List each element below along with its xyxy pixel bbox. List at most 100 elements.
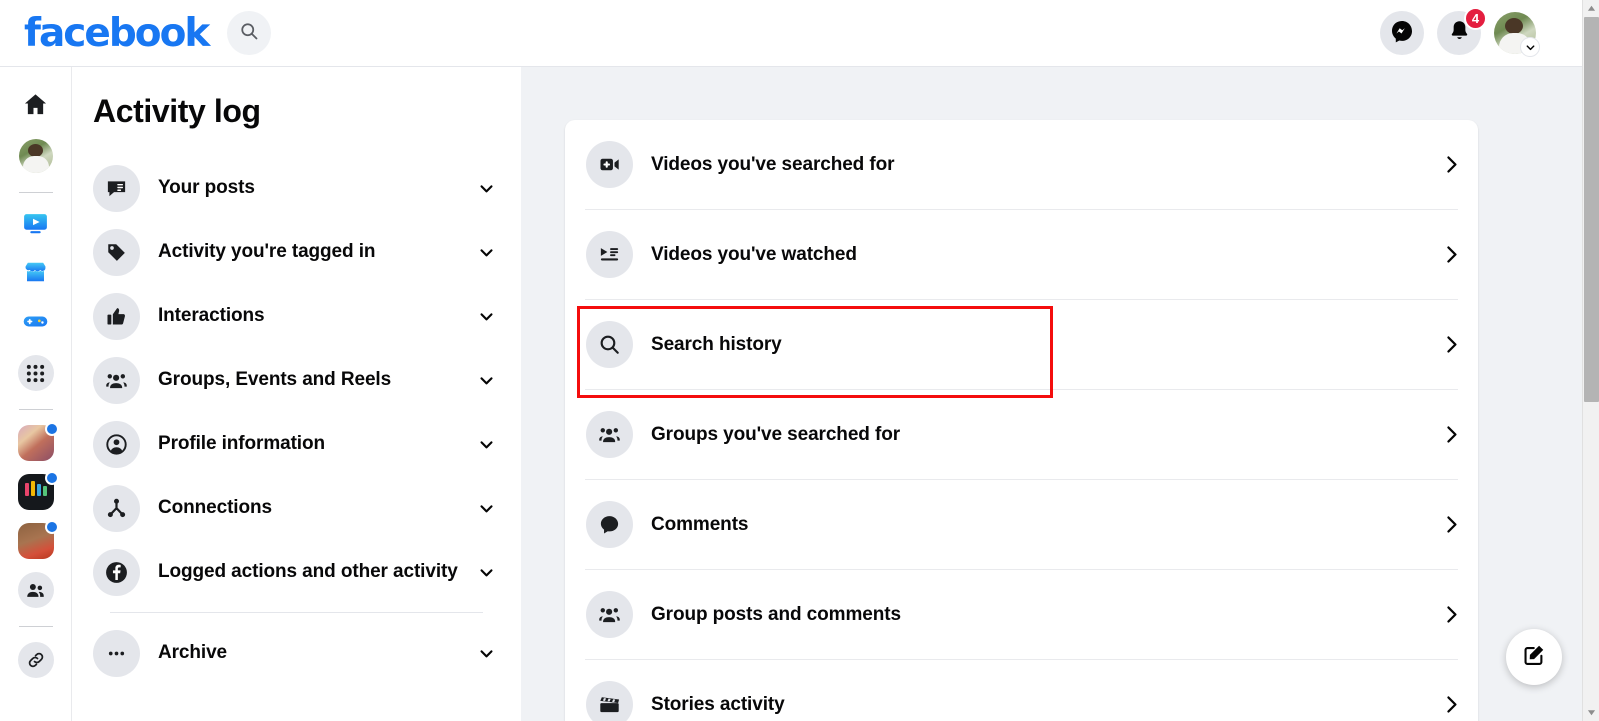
notifications-badge: 4 (1464, 7, 1487, 30)
rail-item-watch[interactable] (14, 204, 58, 248)
ellipsis-icon (93, 629, 140, 677)
page-title: Activity log (93, 93, 261, 129)
top-navigation-bar: facebook 4 (0, 0, 1582, 67)
chevron-right-icon[interactable] (1438, 694, 1464, 715)
rail-divider-2 (18, 409, 53, 410)
unread-badge (44, 422, 59, 436)
search-icon (239, 21, 259, 46)
facebook-logo[interactable]: facebook (24, 14, 210, 53)
page-scrollbar[interactable] (1582, 0, 1599, 721)
chevron-right-icon[interactable] (1438, 604, 1464, 625)
chevron-down-icon[interactable] (475, 436, 497, 453)
sidebar-item-label: Your posts (158, 176, 255, 198)
account-avatar-button[interactable] (1494, 12, 1540, 57)
people-group-icon (586, 411, 633, 458)
sidebar-item-logged-actions[interactable]: Logged actions and other activity (88, 540, 505, 604)
sidebar-item-interactions[interactable]: Interactions (88, 284, 505, 348)
row-stories-activity[interactable]: Stories activity (565, 660, 1478, 721)
compose-button[interactable] (1506, 629, 1562, 685)
row-label: Comments (651, 513, 749, 535)
apps-grid-icon (17, 355, 54, 391)
chevron-down-icon[interactable] (1520, 37, 1540, 57)
marketplace-icon (21, 258, 50, 292)
main-content-area: Videos you've searched for Videos you've… (521, 67, 1582, 721)
unread-badge (44, 520, 59, 534)
sidebar-item-label: Interactions (158, 304, 265, 326)
activity-log-sidebar: Activity log Your posts Activity you're … (72, 67, 521, 721)
sidebar-item-label: Connections (158, 496, 272, 518)
chevron-down-icon[interactable] (475, 645, 497, 662)
row-label: Groups you've searched for (651, 423, 900, 445)
sidebar-item-label: Profile information (158, 432, 325, 454)
rail-item-group-1[interactable] (14, 421, 59, 465)
rail-item-marketplace[interactable] (14, 253, 58, 297)
chevron-down-icon[interactable] (475, 244, 497, 261)
home-icon (22, 91, 49, 123)
messenger-button[interactable] (1380, 11, 1424, 55)
chevron-down-icon[interactable] (475, 564, 497, 581)
left-app-rail (0, 67, 72, 721)
messenger-icon (1390, 19, 1414, 48)
chevron-right-icon[interactable] (1438, 244, 1464, 265)
row-videos-watched[interactable]: Videos you've watched (565, 210, 1478, 299)
connections-node-icon (93, 484, 140, 532)
rail-item-gaming[interactable] (14, 302, 58, 346)
sidebar-item-label: Activity you're tagged in (158, 240, 376, 262)
rail-divider-1 (18, 192, 53, 193)
thumbs-up-icon (93, 292, 140, 340)
row-label: Stories activity (651, 693, 785, 715)
speech-bubble-lines-icon (93, 164, 140, 212)
gaming-icon (21, 307, 50, 341)
row-label: Videos you've watched (651, 243, 857, 265)
rail-divider-3 (18, 626, 53, 627)
people-group-icon (586, 591, 633, 638)
search-icon (586, 321, 633, 368)
sidebar-item-your-posts[interactable]: Your posts (88, 156, 505, 220)
group-thumb-3 (17, 520, 59, 559)
row-label: Videos you've searched for (651, 153, 895, 175)
chevron-right-icon[interactable] (1438, 424, 1464, 445)
scroll-up-arrow-icon[interactable] (1583, 0, 1599, 17)
chevron-down-icon[interactable] (475, 500, 497, 517)
chevron-down-icon[interactable] (475, 372, 497, 389)
sidebar-item-activity-tagged-in[interactable]: Activity you're tagged in (88, 220, 505, 284)
notifications-button[interactable]: 4 (1437, 7, 1487, 55)
row-groups-searched-for[interactable]: Groups you've searched for (565, 390, 1478, 479)
row-label: Search history (651, 333, 782, 355)
chevron-right-icon[interactable] (1438, 514, 1464, 535)
scroll-down-arrow-icon[interactable] (1583, 704, 1599, 721)
row-search-history[interactable]: Search history (565, 300, 1478, 389)
sidebar-divider (110, 612, 483, 613)
sidebar-item-profile-information[interactable]: Profile information (88, 412, 505, 476)
rail-item-home[interactable] (14, 85, 58, 129)
rail-item-link[interactable] (14, 638, 58, 682)
sidebar-item-connections[interactable]: Connections (88, 476, 505, 540)
rail-item-group-3[interactable] (14, 519, 59, 563)
chevron-down-icon[interactable] (475, 308, 497, 325)
rail-item-groups[interactable] (14, 568, 58, 612)
compose-edit-icon (1522, 642, 1547, 672)
rail-item-profile[interactable] (14, 134, 58, 178)
group-thumb-2 (17, 471, 59, 510)
rail-item-group-2[interactable] (14, 470, 59, 514)
video-plus-icon (586, 141, 633, 188)
rail-item-apps[interactable] (14, 351, 58, 395)
row-comments[interactable]: Comments (565, 480, 1478, 569)
tag-icon (93, 228, 140, 276)
row-videos-searched-for[interactable]: Videos you've searched for (565, 120, 1478, 209)
sidebar-item-archive[interactable]: Archive (88, 621, 505, 685)
sidebar-item-groups-events-reels[interactable]: Groups, Events and Reels (88, 348, 505, 412)
row-group-posts-and-comments[interactable]: Group posts and comments (565, 570, 1478, 659)
activity-categories-card: Videos you've searched for Videos you've… (565, 120, 1478, 721)
scrollbar-thumb[interactable] (1584, 17, 1599, 402)
watch-video-icon (21, 209, 50, 243)
header-search-button[interactable] (227, 11, 272, 55)
chevron-right-icon[interactable] (1438, 334, 1464, 355)
sidebar-nav-list: Your posts Activity you're tagged in Int… (72, 156, 521, 685)
chevron-down-icon[interactable] (475, 180, 497, 197)
chevron-right-icon[interactable] (1438, 154, 1464, 175)
unread-badge (44, 471, 59, 485)
people-group-icon (93, 356, 140, 404)
facebook-activity-log-page: facebook 4 Activity log Your posts Activ… (0, 0, 1599, 721)
groups-icon (17, 572, 54, 608)
